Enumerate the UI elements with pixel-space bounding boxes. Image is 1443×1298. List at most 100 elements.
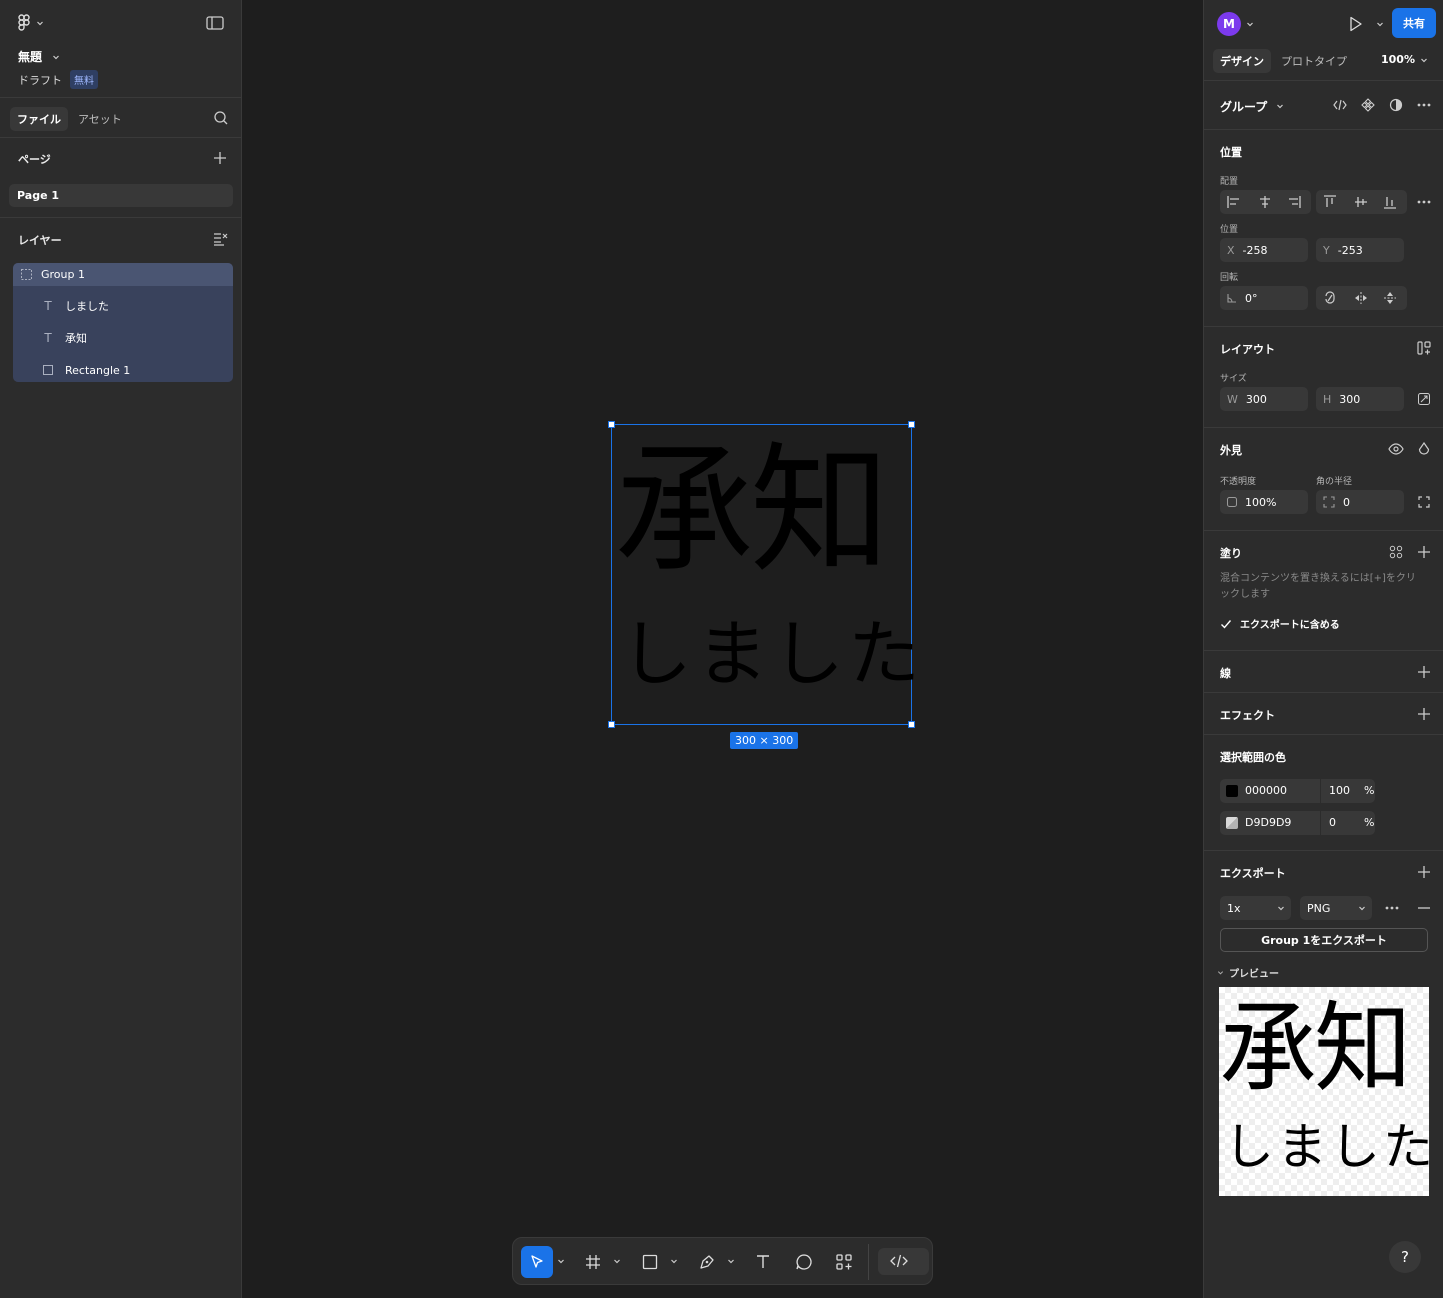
chevron-down-icon[interactable]	[557, 1257, 565, 1265]
component-icon[interactable]	[1356, 93, 1380, 117]
auto-layout-icon[interactable]	[1412, 336, 1436, 360]
color-row[interactable]: D9D9D9 0 %	[1220, 811, 1375, 835]
canvas-text-kana[interactable]: しました	[620, 609, 924, 699]
draft-label[interactable]: ドラフト	[18, 72, 62, 88]
layer-row-text[interactable]: T しました	[13, 290, 233, 322]
comment-tool-button[interactable]	[794, 1246, 814, 1278]
add-stroke-icon[interactable]	[1412, 660, 1436, 684]
align-top-icon[interactable]	[1318, 190, 1342, 214]
share-button[interactable]: 共有	[1392, 8, 1436, 38]
height-field[interactable]: H 300	[1316, 387, 1404, 411]
add-export-icon[interactable]	[1412, 860, 1436, 884]
app-window: 無題 ドラフト 無料 ファイル アセット ページ Page 1 レイヤー Gro…	[0, 0, 1443, 1298]
x-field[interactable]: X -258	[1220, 238, 1308, 262]
flip-vertical-icon[interactable]	[1378, 286, 1402, 310]
sidebar-toggle-icon[interactable]	[206, 15, 224, 35]
layer-row-group[interactable]: Group 1	[13, 263, 233, 286]
file-title[interactable]: 無題	[18, 48, 60, 65]
include-in-export-checkbox[interactable]: エクスポートに含める	[1220, 616, 1340, 631]
layer-row-text[interactable]: T 承知	[13, 322, 233, 354]
color-opacity[interactable]: 0	[1329, 816, 1336, 829]
chevron-down-icon[interactable]	[670, 1257, 678, 1265]
eye-icon[interactable]	[1384, 437, 1408, 461]
page-item[interactable]: Page 1	[9, 184, 233, 207]
layer-filter-icon[interactable]	[213, 231, 229, 250]
code-icon[interactable]	[1328, 93, 1352, 117]
remove-export-icon[interactable]	[1412, 896, 1436, 920]
preview-toggle[interactable]: プレビュー	[1217, 965, 1279, 980]
color-hex[interactable]: 000000	[1245, 784, 1287, 797]
move-tool-button[interactable]	[521, 1246, 553, 1278]
chevron-down-icon[interactable]	[727, 1257, 735, 1265]
radius-label: 角の半径	[1316, 477, 1353, 487]
selection-type-label[interactable]: グループ	[1220, 98, 1267, 115]
mask-icon[interactable]	[1384, 93, 1408, 117]
more-icon[interactable]	[1412, 93, 1436, 117]
align-center-h-icon[interactable]	[1253, 190, 1277, 214]
width-field[interactable]: W 300	[1220, 387, 1308, 411]
styles-icon[interactable]	[1384, 540, 1408, 564]
chevron-down-icon[interactable]	[1276, 102, 1284, 110]
color-opacity[interactable]: 100	[1329, 784, 1350, 797]
align-bottom-icon[interactable]	[1378, 190, 1402, 214]
canvas[interactable]: 承知 しました 300 × 300	[242, 0, 1203, 1298]
align-middle-icon[interactable]	[1349, 190, 1373, 214]
add-effect-icon[interactable]	[1412, 702, 1436, 726]
text-tool-button[interactable]	[754, 1246, 772, 1278]
resize-handle[interactable]	[608, 421, 615, 428]
flip-horizontal-icon[interactable]	[1349, 286, 1373, 310]
canvas-text-kanji[interactable]: 承知	[614, 437, 890, 587]
dev-mode-toggle[interactable]	[878, 1248, 929, 1275]
tab-file[interactable]: ファイル	[10, 107, 68, 131]
fill-section: 塗り 混合コンテンツを置き換えるには[+]をクリックします エクスポートに含める	[1204, 530, 1443, 650]
corner-radius-field[interactable]: 0	[1316, 490, 1404, 514]
chevron-down-icon[interactable]	[1246, 20, 1254, 28]
color-hex[interactable]: D9D9D9	[1245, 816, 1291, 829]
export-format-select[interactable]: PNG	[1300, 896, 1372, 920]
color-swatch[interactable]	[1226, 785, 1238, 797]
add-fill-icon[interactable]	[1412, 540, 1436, 564]
resize-handle[interactable]	[908, 421, 915, 428]
rotate-icon[interactable]	[1318, 286, 1342, 310]
pen-tool-button[interactable]	[697, 1246, 717, 1278]
align-right-icon[interactable]	[1282, 190, 1306, 214]
color-swatch[interactable]	[1226, 817, 1238, 829]
resize-handle[interactable]	[908, 721, 915, 728]
add-page-icon[interactable]	[213, 150, 227, 169]
chevron-down-icon[interactable]	[1420, 56, 1428, 64]
main-menu-button[interactable]	[16, 14, 44, 32]
constrain-proportions-icon[interactable]	[1412, 387, 1436, 411]
chevron-down-icon[interactable]	[1376, 20, 1384, 28]
play-icon[interactable]	[1349, 16, 1363, 32]
export-button[interactable]: Group 1をエクスポート	[1220, 928, 1428, 952]
resize-handle[interactable]	[608, 721, 615, 728]
shape-tool-button[interactable]	[641, 1246, 659, 1278]
help-button[interactable]: ?	[1389, 1241, 1421, 1273]
more-icon[interactable]	[1380, 896, 1404, 920]
chevron-down-icon[interactable]	[613, 1257, 621, 1265]
actions-tool-button[interactable]	[834, 1246, 854, 1278]
export-scale-value: 1x	[1227, 901, 1241, 915]
export-scale-select[interactable]: 1x	[1220, 896, 1291, 920]
tab-prototype[interactable]: プロトタイプ	[1274, 49, 1354, 73]
search-icon[interactable]	[213, 110, 229, 130]
layer-row-rectangle[interactable]: Rectangle 1	[13, 354, 233, 382]
blend-mode-icon[interactable]	[1412, 437, 1436, 461]
align-left-icon[interactable]	[1222, 190, 1246, 214]
color-row[interactable]: 000000 100 %	[1220, 779, 1375, 803]
tab-design[interactable]: デザイン	[1213, 49, 1271, 73]
opacity-field[interactable]: 100%	[1220, 490, 1308, 514]
zoom-level[interactable]: 100%	[1381, 53, 1415, 66]
horizontal-align-group	[1220, 190, 1311, 214]
y-field[interactable]: Y -253	[1316, 238, 1404, 262]
more-icon[interactable]	[1412, 190, 1436, 214]
avatar[interactable]: M	[1217, 12, 1241, 36]
independent-corners-icon[interactable]	[1412, 490, 1436, 514]
size-label: サイズ	[1220, 374, 1247, 384]
rotation-field[interactable]: 0°	[1220, 286, 1308, 310]
selected-group-frame[interactable]: 承知 しました	[608, 421, 920, 728]
tab-assets[interactable]: アセット	[71, 107, 129, 131]
transform-group	[1316, 286, 1407, 310]
draft-info: ドラフト 無料	[18, 70, 98, 89]
frame-tool-button[interactable]	[584, 1246, 602, 1278]
